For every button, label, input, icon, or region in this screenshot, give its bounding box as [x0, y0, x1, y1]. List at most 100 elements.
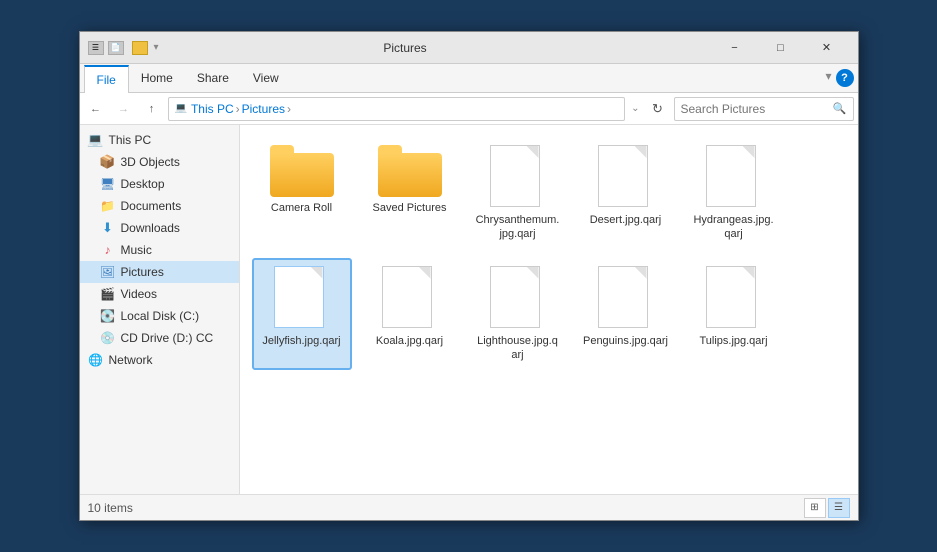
lighthouse-label: Lighthouse.jpg.q arj	[474, 334, 562, 363]
desert-file-icon	[598, 145, 654, 209]
sidebar-item-downloads[interactable]: ⬇ Downloads	[80, 217, 239, 239]
desert-label: Desert.jpg.qarj	[590, 213, 662, 227]
downloads-icon: ⬇	[100, 220, 116, 236]
sidebar-item-local-disk[interactable]: 💽 Local Disk (C:)	[80, 305, 239, 327]
cd-drive-icon: 💿	[100, 330, 116, 346]
videos-icon: 🎬	[100, 286, 116, 302]
chrysanthemum-label: Chrysanthemum. jpg.qarj	[474, 213, 562, 242]
sidebar: 💻 This PC 📦 3D Objects 🖥 Desktop 📁 Docum…	[80, 125, 240, 494]
search-input[interactable]	[681, 102, 833, 116]
list-item[interactable]: Hydrangeas.jpg. qarj	[684, 137, 784, 250]
sidebar-label-desktop: Desktop	[121, 177, 165, 191]
minimize-button[interactable]: −	[712, 32, 758, 64]
sidebar-item-cd-drive[interactable]: 💿 CD Drive (D:) CC	[80, 327, 239, 349]
sidebar-label-music: Music	[121, 243, 152, 257]
up-button[interactable]: ↑	[140, 97, 164, 121]
medium-icons-view-icon: ⊞	[810, 502, 818, 513]
list-item[interactable]: Desert.jpg.qarj	[576, 137, 676, 250]
sidebar-label-this-pc: This PC	[109, 133, 152, 147]
address-this-pc[interactable]: This PC	[191, 102, 234, 116]
status-bar: 10 items ⊞ ☰	[80, 494, 858, 520]
tab-home[interactable]: Home	[129, 64, 185, 92]
title-bar: ☰ 📄 ▾ Pictures − □ ✕	[80, 32, 858, 64]
sidebar-item-videos[interactable]: 🎬 Videos	[80, 283, 239, 305]
local-disk-icon: 💽	[100, 308, 116, 324]
content-area: Camera Roll Saved Pictures Chrysanthemum…	[240, 125, 858, 494]
explorer-window: ☰ 📄 ▾ Pictures − □ ✕ File Home Share Vie…	[79, 31, 859, 521]
list-item[interactable]: Chrysanthemum. jpg.qarj	[468, 137, 568, 250]
tab-view[interactable]: View	[241, 64, 291, 92]
back-button[interactable]: ←	[84, 97, 108, 121]
tulips-file-icon	[706, 266, 762, 330]
sidebar-item-3d-objects[interactable]: 📦 3D Objects	[80, 151, 239, 173]
hydrangeas-label: Hydrangeas.jpg. qarj	[690, 213, 778, 242]
forward-button[interactable]: →	[112, 97, 136, 121]
item-count: 10 items	[88, 501, 133, 515]
list-item[interactable]: Saved Pictures	[360, 137, 460, 250]
sidebar-item-network[interactable]: 🌐 Network	[80, 349, 239, 371]
sidebar-label-local-disk: Local Disk (C:)	[121, 309, 200, 323]
search-box: 🔍	[674, 97, 854, 121]
ribbon-right: ▾ ?	[825, 69, 853, 87]
address-pictures[interactable]: Pictures	[242, 102, 285, 116]
penguins-label: Penguins.jpg.qarj	[583, 334, 668, 348]
help-button[interactable]: ?	[836, 69, 854, 87]
saved-pictures-folder-icon	[378, 145, 442, 197]
penguins-file-icon	[598, 266, 654, 330]
sidebar-item-desktop[interactable]: 🖥 Desktop	[80, 173, 239, 195]
sidebar-item-documents[interactable]: 📁 Documents	[80, 195, 239, 217]
address-path[interactable]: 💻 This PC › Pictures ›	[168, 97, 626, 121]
address-sep-1: ›	[236, 102, 240, 116]
list-view-button[interactable]: ☰	[828, 498, 850, 518]
sidebar-item-this-pc[interactable]: 💻 This PC	[80, 129, 239, 151]
koala-label: Koala.jpg.qarj	[376, 334, 443, 348]
address-chevron[interactable]: ⌄	[629, 103, 641, 114]
desktop-icon: 🖥	[100, 176, 116, 192]
ribbon-expand-icon[interactable]: ▾	[825, 69, 831, 87]
tulips-label: Tulips.jpg.qarj	[699, 334, 767, 348]
jellyfish-label: Jellyfish.jpg.qarj	[262, 334, 340, 348]
window-controls: − □ ✕	[712, 32, 850, 64]
sidebar-label-videos: Videos	[121, 287, 157, 301]
sidebar-label-pictures: Pictures	[121, 265, 164, 279]
sidebar-label-3d-objects: 3D Objects	[121, 155, 180, 169]
list-item[interactable]: Koala.jpg.qarj	[360, 258, 460, 371]
camera-roll-label: Camera Roll	[271, 201, 332, 215]
sidebar-label-downloads: Downloads	[121, 221, 180, 235]
network-icon: 🌐	[88, 352, 104, 368]
address-bar: ← → ↑ 💻 This PC › Pictures › ⌄ ↻ 🔍	[80, 93, 858, 125]
list-item[interactable]: Camera Roll	[252, 137, 352, 250]
camera-roll-folder-icon	[270, 145, 334, 197]
search-icon[interactable]: 🔍	[833, 102, 847, 115]
sidebar-label-cd-drive: CD Drive (D:) CC	[121, 331, 214, 345]
ribbon: File Home Share View ▾ ?	[80, 64, 858, 93]
3d-objects-icon: 📦	[100, 154, 116, 170]
list-item[interactable]: Lighthouse.jpg.q arj	[468, 258, 568, 371]
lighthouse-file-icon	[490, 266, 546, 330]
window-title: Pictures	[99, 41, 712, 55]
refresh-button[interactable]: ↻	[646, 97, 670, 121]
list-item[interactable]: Tulips.jpg.qarj	[684, 258, 784, 371]
this-pc-icon: 💻	[88, 132, 104, 148]
pictures-icon: 🖼	[100, 264, 116, 280]
list-item[interactable]: Jellyfish.jpg.qarj	[252, 258, 352, 371]
koala-file-icon	[382, 266, 438, 330]
medium-icons-view-button[interactable]: ⊞	[804, 498, 826, 518]
address-pc-icon: 💻	[175, 103, 187, 114]
saved-pictures-label: Saved Pictures	[373, 201, 447, 215]
main-area: 💻 This PC 📦 3D Objects 🖥 Desktop 📁 Docum…	[80, 125, 858, 494]
maximize-button[interactable]: □	[758, 32, 804, 64]
jellyfish-file-icon	[274, 266, 330, 330]
documents-icon: 📁	[100, 198, 116, 214]
sidebar-item-pictures[interactable]: 🖼 Pictures	[80, 261, 239, 283]
view-buttons: ⊞ ☰	[804, 498, 850, 518]
list-item[interactable]: Penguins.jpg.qarj	[576, 258, 676, 371]
sidebar-item-music[interactable]: ♪ Music	[80, 239, 239, 261]
list-view-icon: ☰	[834, 502, 843, 513]
tab-file[interactable]: File	[84, 65, 129, 93]
hydrangeas-file-icon	[706, 145, 762, 209]
tab-share[interactable]: Share	[185, 64, 241, 92]
music-icon: ♪	[100, 242, 116, 258]
sidebar-label-documents: Documents	[121, 199, 182, 213]
close-button[interactable]: ✕	[804, 32, 850, 64]
